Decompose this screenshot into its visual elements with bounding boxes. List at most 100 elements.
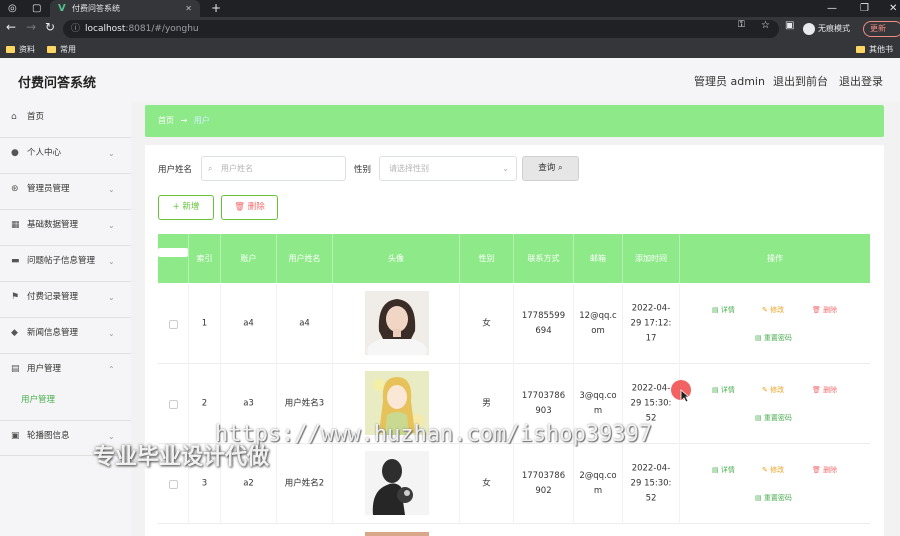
col-gender[interactable]: 性别: [460, 234, 514, 283]
new-tab-icon[interactable]: +: [211, 0, 221, 16]
chevron-down-icon: ⌄: [502, 164, 509, 173]
col-name-label: 用户姓名: [288, 253, 321, 263]
reload-icon[interactable]: ↻: [45, 20, 55, 34]
col-added-time[interactable]: 添加时间: [623, 234, 680, 283]
cell-phone-text: 17703786 903: [514, 389, 573, 419]
row-delete-button[interactable]: 🗑 删除: [812, 465, 837, 475]
tab-search-icon[interactable]: ▢: [32, 0, 41, 17]
phone-line-2: 902: [535, 486, 552, 496]
edit-button[interactable]: ✎ 修改: [762, 305, 784, 315]
cell-actions: ▤ 详情 ✎ 修改 🗑 删除 ▤ 重置密码: [680, 284, 870, 364]
back-to-front-link[interactable]: 退出到前台: [773, 73, 828, 89]
cell-phone: 17703786 902: [514, 444, 574, 524]
row-delete-button[interactable]: 🗑 删除: [812, 305, 837, 315]
reset-password-label: 重置密码: [763, 334, 792, 342]
logout-link[interactable]: 退出登录: [839, 73, 883, 89]
reset-password-button[interactable]: ▤ 重置密码: [755, 413, 792, 423]
update-button[interactable]: 更新: [863, 21, 900, 37]
row-checkbox[interactable]: [169, 480, 178, 489]
key-icon[interactable]: ⚿: [738, 20, 745, 30]
col-avatar[interactable]: 头像: [333, 234, 460, 283]
row-delete-label: 删除: [823, 386, 838, 394]
sidebar-item-personal[interactable]: ● 个人中心 ⌄: [0, 138, 131, 174]
cell-email-text: 2@qq.co m: [574, 469, 622, 499]
detail-label: 详情: [720, 306, 735, 314]
table-row-partial: [158, 524, 870, 536]
sidebar-item-label: 基础数据管理: [27, 220, 79, 230]
news-icon: ◆: [11, 328, 18, 338]
reset-password-button[interactable]: ▤ 重置密码: [755, 493, 792, 503]
detail-button[interactable]: ▤ 详情: [712, 465, 735, 475]
breadcrumb-home[interactable]: 首页: [158, 116, 174, 125]
cell-gender-text: 男: [482, 398, 491, 409]
minimize-icon[interactable]: —: [827, 0, 837, 17]
sidebar-item-news[interactable]: ◆ 新闻信息管理 ⌄: [0, 318, 131, 354]
sidebar-item-home[interactable]: ⌂ 首页: [0, 102, 131, 138]
edit-label: 修改: [770, 306, 785, 314]
chrome-menu-icon[interactable]: ◎: [8, 0, 17, 17]
incognito-indicator[interactable]: 无痕模式: [803, 21, 850, 37]
mouse-pointer-icon: [680, 389, 690, 403]
col-email-label: 邮箱: [590, 253, 606, 263]
search-icon: ⌕: [208, 164, 213, 173]
search-icon: ⌕: [557, 163, 563, 173]
folder-icon: [47, 46, 56, 53]
edit-label: 修改: [770, 466, 785, 474]
bookmark-folder-2[interactable]: 常用: [47, 41, 76, 58]
site-info-icon[interactable]: ⓘ: [71, 20, 80, 38]
edit-button[interactable]: ✎ 修改: [762, 385, 784, 395]
delete-button[interactable]: 🗑 删除: [221, 195, 278, 220]
col-email[interactable]: 邮箱: [574, 234, 623, 283]
back-icon[interactable]: ←: [6, 20, 16, 34]
add-button[interactable]: + 新增: [158, 195, 214, 220]
sidebar-item-label: 轮播图信息: [27, 431, 70, 441]
sidepanel-icon[interactable]: ▣: [785, 20, 794, 31]
close-window-icon[interactable]: ✕: [889, 0, 897, 17]
col-name[interactable]: 用户姓名: [277, 234, 333, 283]
detail-label: 详情: [720, 466, 735, 474]
email-line-2: m: [593, 486, 603, 496]
sidebar-subitem-user-manage[interactable]: 用户管理: [0, 384, 131, 420]
browser-tab[interactable]: V 付费问答系统 ✕: [50, 0, 200, 17]
bookmark-star-icon[interactable]: ☆: [761, 20, 770, 31]
address-bar[interactable]: ⓘ localhost:8081/#/yonghu: [63, 20, 779, 38]
table-header: 索引 账户 用户姓名 头像 性别 联系方式 邮箱 添加时间 操作: [158, 234, 870, 283]
cell-name-text: 用户姓名3: [284, 398, 325, 409]
app-header: 付费问答系统 管理员 admin 退出到前台 退出登录: [0, 58, 900, 102]
sidebar-item-admin[interactable]: ⊛ 管理员管理 ⌄: [0, 174, 131, 210]
close-tab-icon[interactable]: ✕: [185, 0, 192, 17]
reset-password-button[interactable]: ▤ 重置密码: [755, 333, 792, 343]
col-account-label: 账户: [240, 253, 257, 263]
sidebar-item-posts[interactable]: ▬ 问题帖子信息管理 ⌄: [0, 246, 131, 282]
col-actions-label: 操作: [767, 253, 783, 263]
row-checkbox[interactable]: [169, 320, 178, 329]
edit-button[interactable]: ✎ 修改: [762, 465, 784, 475]
name-search-input[interactable]: ⌕ 用户姓名: [201, 156, 346, 181]
cell-phone-text: 17703786 902: [514, 469, 573, 499]
sidebar-item-basedata[interactable]: ▦ 基础数据管理 ⌄: [0, 210, 131, 246]
row-checkbox[interactable]: [169, 400, 178, 409]
chevron-up-icon: ⌃: [108, 365, 115, 374]
query-button[interactable]: 查询 ⌕: [522, 156, 579, 181]
breadcrumb-current: 用户: [193, 116, 210, 125]
detail-button[interactable]: ▤ 详情: [712, 385, 735, 395]
row-delete-button[interactable]: 🗑 删除: [812, 385, 837, 395]
restore-icon[interactable]: ❐: [860, 0, 869, 17]
watermark-slogan: 专业毕业设计代做: [93, 445, 270, 470]
bookmark-folder-1[interactable]: 资料: [6, 41, 35, 58]
col-gender-label: 性别: [478, 253, 495, 263]
avatar-image[interactable]: [365, 451, 429, 515]
avatar-image[interactable]: [365, 291, 429, 355]
col-account[interactable]: 账户: [221, 234, 277, 283]
gender-select[interactable]: 请选择性别 ⌄: [379, 156, 517, 181]
col-index[interactable]: 索引: [189, 234, 221, 283]
sidebar-item-payments[interactable]: ⚑ 付费记录管理 ⌄: [0, 282, 131, 318]
date-line-2: 29 15:30:: [630, 478, 672, 489]
phone-line-1: 17703786: [521, 471, 566, 481]
forward-icon[interactable]: →: [26, 20, 36, 34]
cell-email: 12@qq.c om: [574, 284, 623, 364]
col-phone[interactable]: 联系方式: [514, 234, 574, 283]
select-all-checkbox[interactable]: [158, 247, 188, 257]
detail-button[interactable]: ▤ 详情: [712, 305, 735, 315]
chevron-down-icon: ⌄: [108, 185, 115, 194]
